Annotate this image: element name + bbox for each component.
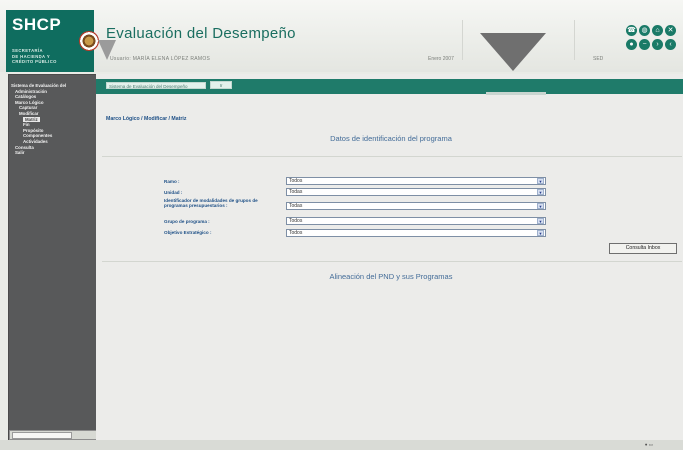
- header-date: Enero 2007: [428, 56, 454, 62]
- globe-icon[interactable]: ◍: [639, 25, 650, 36]
- field-label-ramo: Ramo :: [164, 179, 180, 184]
- chevron-down-icon[interactable]: ▼: [537, 189, 544, 195]
- brand-name: SHCP: [12, 15, 62, 34]
- sidebar-item-label: Fin: [23, 122, 30, 128]
- nav-icon[interactable]: ●: [626, 39, 637, 50]
- toolbar-input[interactable]: Sistema de Evaluación del Desempeño: [106, 82, 206, 89]
- field-label-modalidades: Identificador de modalidades de grupos d…: [164, 198, 258, 209]
- app-window: SHCP SECRETARÍA DE HACIENDA Y CRÉDITO PÚ…: [0, 0, 683, 450]
- main-content: Sistema de Evaluación del Desempeño Ir M…: [96, 74, 683, 440]
- sidebar-item-label: Propósito: [23, 127, 44, 133]
- app-header: SHCP SECRETARÍA DE HACIENDA Y CRÉDITO PÚ…: [0, 0, 683, 72]
- ramo-select[interactable]: Todos ▼: [286, 177, 546, 185]
- header-divider: [462, 20, 463, 60]
- select-value: Todos: [289, 178, 303, 184]
- section-title-identification: Datos de identificación del programa: [330, 134, 452, 143]
- close-icon[interactable]: ✕: [665, 25, 676, 36]
- forward-icon[interactable]: ›: [652, 39, 663, 50]
- select-value: Todos: [289, 230, 303, 236]
- chevron-down-icon[interactable]: ▼: [537, 203, 544, 209]
- home-icon[interactable]: ⌂: [652, 25, 663, 36]
- select-value: Todas: [289, 189, 303, 195]
- field-label-grupo: Grupo de programa :: [164, 219, 210, 224]
- brand-subtitle-line: CRÉDITO PÚBLICO: [12, 59, 57, 65]
- national-seal-icon: [79, 31, 99, 51]
- brand-subtitle: SECRETARÍA DE HACIENDA Y CRÉDITO PÚBLICO: [12, 48, 57, 65]
- page-title: Evaluación del Desempeño: [106, 25, 296, 42]
- phone-icon[interactable]: ☎: [626, 25, 637, 36]
- header-system-code: SED: [593, 56, 604, 62]
- sidebar-item-label: Administración: [15, 88, 47, 94]
- sidebar: Sistema de Evaluación del Administración…: [8, 74, 98, 440]
- chevron-down-icon[interactable]: ▼: [537, 218, 544, 224]
- section-divider: [102, 261, 682, 262]
- consult-button[interactable]: Consulta Inbox: [609, 243, 677, 254]
- field-label-unidad: Unidad :: [164, 190, 183, 195]
- sidebar-item-label: Capturar: [19, 105, 38, 111]
- select-value: Todos: [289, 218, 303, 224]
- toolbar: Sistema de Evaluación del Desempeño Ir: [96, 79, 683, 94]
- back-icon[interactable]: ‹: [665, 39, 676, 50]
- section-title-alignment: Alineación del PND y sus Programas: [329, 272, 453, 281]
- minus-icon[interactable]: −: [639, 39, 650, 50]
- header-funnel-decoration: [480, 33, 546, 71]
- header-divider: [574, 20, 575, 60]
- sidebar-item-label: Modificar: [19, 110, 39, 116]
- brand-logo: SHCP SECRETARÍA DE HACIENDA Y CRÉDITO PÚ…: [6, 10, 99, 72]
- objetivo-select[interactable]: Todos ▼: [286, 229, 546, 237]
- breadcrumb: Marco Lógico / Modificar / Matriz: [106, 116, 187, 122]
- status-zone-icon: ● ▭: [644, 442, 653, 447]
- sidebar-item[interactable]: Salir: [11, 150, 66, 156]
- sidebar-item-label: Sistema de Evaluación del: [11, 83, 67, 88]
- sidebar-item-label: Componentes: [23, 133, 53, 139]
- browser-status-bar: ● ▭: [0, 440, 683, 450]
- scrollbar-thumb[interactable]: [12, 432, 72, 439]
- chevron-down-icon[interactable]: ▼: [537, 230, 544, 236]
- select-value: Todas: [289, 203, 303, 209]
- sidebar-item-label: Consulta: [15, 144, 34, 150]
- sidebar-horizontal-scrollbar[interactable]: [9, 430, 99, 440]
- unidad-select[interactable]: Todas ▼: [286, 188, 546, 196]
- chevron-down-icon[interactable]: ▼: [537, 178, 544, 184]
- user-info: Usuario: MARÍA ELENA LÓPEZ RAMOS: [110, 56, 211, 62]
- toolbar-go-button[interactable]: Ir: [210, 81, 232, 89]
- field-label-objetivo: Objetivo Estratégico :: [164, 230, 212, 235]
- sidebar-item-label: Actividades: [23, 138, 48, 144]
- sidebar-menu: Sistema de Evaluación del Administración…: [11, 83, 66, 156]
- sidebar-item-label: Marco Lógico: [15, 99, 44, 105]
- sidebar-item-label: Catálogos: [15, 94, 37, 100]
- grupo-select[interactable]: Todos ▼: [286, 217, 546, 225]
- modalidades-select[interactable]: Todas ▼: [286, 202, 546, 210]
- toolbar-tail-decoration: [486, 92, 546, 95]
- sidebar-item-label: Matriz: [23, 116, 40, 122]
- sidebar-item-label: Salir: [15, 150, 25, 156]
- section-divider: [102, 156, 682, 157]
